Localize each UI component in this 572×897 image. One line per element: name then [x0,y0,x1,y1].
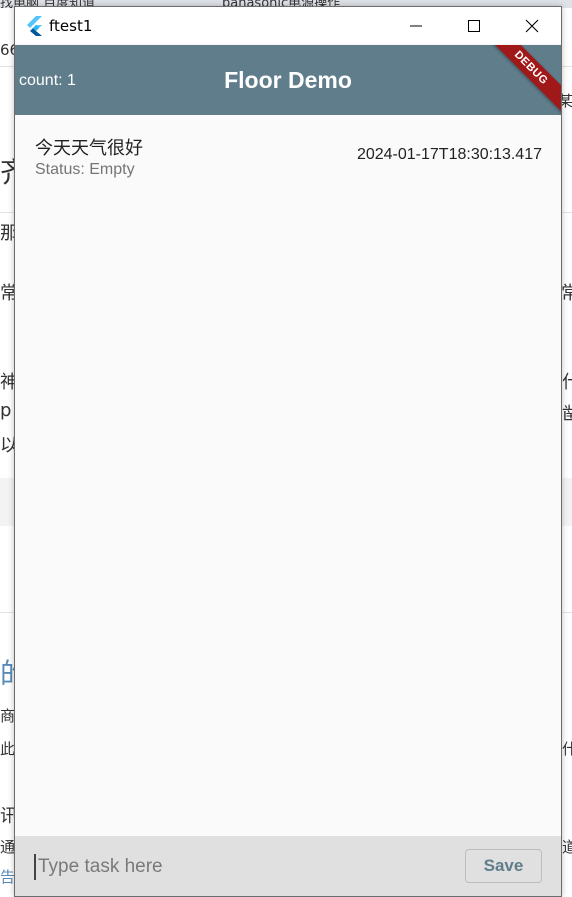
background-text-fragment: 什 [562,372,572,393]
background-text-fragment: 什 [562,740,572,758]
minimize-button[interactable] [387,7,445,45]
background-text-fragment: 告 [0,868,16,886]
maximize-icon [468,20,480,32]
page-title: Floor Demo [224,67,352,93]
task-list: 今天天气很好 Status: Empty 2024-01-17T18:30:13… [15,115,561,836]
task-list-item[interactable]: 今天天气很好 Status: Empty 2024-01-17T18:30:13… [15,115,561,187]
maximize-button[interactable] [445,7,503,45]
window-titlebar[interactable]: ftest1 [15,7,561,45]
window-title: ftest1 [49,17,93,35]
task-timestamp: 2024-01-17T18:30:13.417 [356,146,542,163]
close-button[interactable] [503,7,561,45]
app-bar: count: 1 Floor Demo DEBUG [15,45,561,115]
task-input[interactable] [34,854,448,880]
flutter-logo-icon [27,16,42,36]
debug-banner: DEBUG [486,45,561,115]
background-text-fragment: 常 [561,283,572,304]
debug-banner-container: DEBUG [486,45,561,115]
close-icon [525,19,539,33]
background-text-fragment: 凿 [562,404,572,425]
task-input-bar: Save [15,836,561,896]
app-window: ftest1 count: 1 Floor Demo DEBUG 今天天气很好 [14,6,562,897]
background-text-fragment: p [0,400,12,421]
background-text-fragment: 通 [0,838,16,856]
background-text-fragment: 道 [562,838,572,856]
minimize-icon [410,25,422,27]
task-status: Status: Empty [35,161,135,178]
task-title: 今天天气很好 [35,138,143,159]
save-button[interactable]: Save [465,849,542,883]
